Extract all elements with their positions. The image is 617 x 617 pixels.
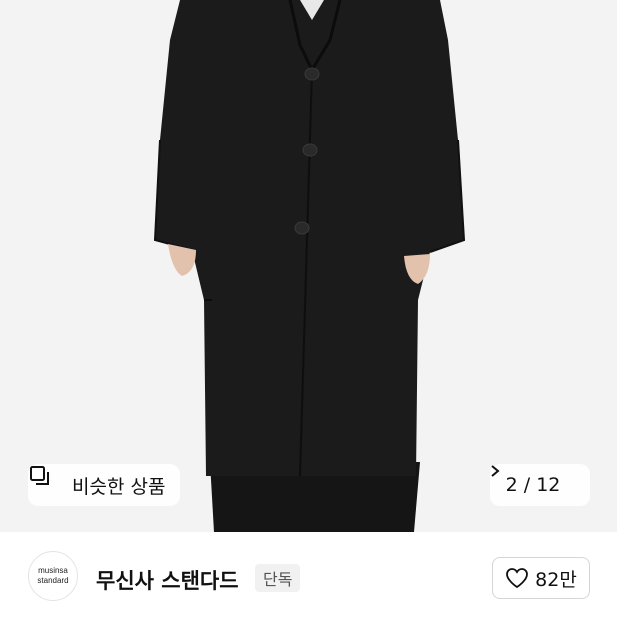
like-button[interactable]: 82만 <box>492 557 590 599</box>
brand-logo-line2: standard <box>37 576 69 585</box>
product-image[interactable]: 비슷한 상품 2 / 12 <box>0 0 617 532</box>
like-count: 82만 <box>535 568 577 591</box>
similar-items-label: 비슷한 상품 <box>72 475 166 498</box>
exclusive-badge: 단독 <box>255 564 301 592</box>
heart-icon <box>505 567 529 589</box>
brand-logo[interactable]: musinsa standard <box>28 551 78 601</box>
similar-items-icon <box>30 466 64 497</box>
coat-photo-illustration <box>0 0 617 532</box>
similar-items-button[interactable]: 비슷한 상품 <box>28 464 180 506</box>
brand-name-link[interactable]: 무신사 스탠다드 <box>96 565 239 595</box>
brand-logo-line1: musinsa <box>38 566 68 575</box>
image-counter-text: 2 / 12 <box>505 474 561 496</box>
image-counter-button[interactable]: 2 / 12 <box>490 464 590 506</box>
